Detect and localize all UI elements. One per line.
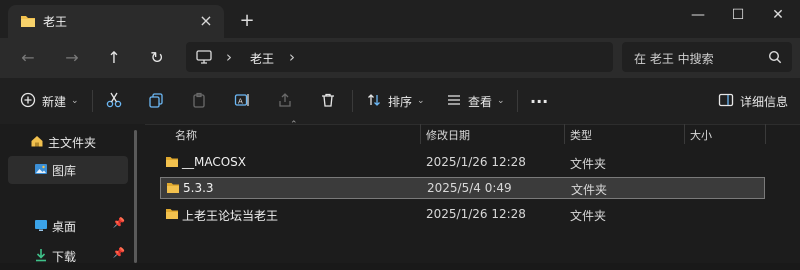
plus-circle-icon	[20, 92, 36, 111]
sidebar-item-label: 下载	[52, 249, 77, 264]
folder-icon	[166, 182, 180, 197]
chevron-down-icon: ⌄	[417, 96, 425, 106]
maximize-button[interactable]: ☐	[718, 4, 758, 26]
pin-icon: 📌	[112, 248, 125, 259]
title-bar: 老王 × + — ☐ ✕	[0, 0, 800, 38]
sidebar-item-downloads[interactable]: 下载 📌	[8, 242, 128, 270]
pin-icon: 📌	[112, 218, 125, 229]
svg-text:A: A	[238, 97, 243, 105]
new-tab-button[interactable]: +	[236, 10, 258, 32]
file-list: ⌃ 名称 修改日期 类型 大小 __MACOSX 2025/1/26 12:28…	[150, 120, 800, 263]
column-divider[interactable]	[564, 124, 565, 144]
details-label: 详细信息	[740, 94, 789, 109]
cut-button[interactable]	[105, 90, 123, 112]
folder-icon	[165, 208, 179, 223]
file-name: __MACOSX	[182, 155, 247, 169]
desktop-icon	[34, 218, 48, 235]
chevron-right-icon[interactable]: ›	[226, 48, 232, 66]
trash-icon	[320, 92, 336, 111]
delete-button[interactable]	[320, 90, 336, 112]
explorer-window: 老王 × + — ☐ ✕ ← → ↑ ↻ › 老王 › 在 老王 中搜索 新建 …	[0, 0, 800, 264]
new-button[interactable]: 新建 ⌄	[20, 90, 79, 112]
column-header-type[interactable]: 类型	[570, 127, 592, 147]
column-divider[interactable]	[684, 124, 685, 144]
file-type: 文件夹	[571, 183, 608, 197]
refresh-button[interactable]: ↻	[145, 46, 169, 70]
share-icon	[277, 92, 293, 111]
divider	[352, 90, 353, 112]
divider	[92, 90, 93, 112]
column-divider[interactable]	[420, 124, 421, 144]
breadcrumb-laowang[interactable]: 老王	[250, 50, 274, 67]
file-name: 5.3.3	[183, 181, 214, 195]
download-icon	[34, 248, 48, 265]
tab-title: 老王	[43, 15, 68, 29]
share-button[interactable]	[277, 90, 293, 112]
sidebar-item-home[interactable]: 主文件夹	[30, 128, 150, 156]
sidebar-item-label: 主文件夹	[48, 135, 97, 150]
file-name: 上老王论坛当老王	[182, 209, 279, 223]
file-date: 2025/1/26 12:28	[426, 155, 526, 169]
view-lines-icon	[446, 92, 462, 111]
command-bar: 新建 ⌄ A 排序 ⌄ 查看 ⌄ ··· 详细信息	[0, 78, 800, 125]
monitor-icon	[196, 50, 212, 67]
address-bar[interactable]: › 老王 ›	[186, 42, 613, 72]
sidebar-item-gallery[interactable]: 图库	[8, 156, 128, 184]
file-date: 2025/1/26 12:28	[426, 207, 526, 221]
navigation-bar: ← → ↑ ↻ › 老王 › 在 老王 中搜索	[0, 38, 800, 78]
file-type: 文件夹	[570, 157, 607, 171]
file-type: 文件夹	[570, 209, 607, 223]
tab-laowang[interactable]: 老王 ×	[8, 5, 224, 38]
rename-button[interactable]: A	[234, 90, 250, 112]
sidebar-item-label: 桌面	[52, 219, 77, 234]
sort-label: 排序	[388, 94, 413, 109]
copy-icon	[148, 92, 164, 111]
folder-icon	[165, 156, 179, 171]
sort-button[interactable]: 排序 ⌄	[366, 90, 425, 112]
chevron-right-icon[interactable]: ›	[289, 48, 295, 66]
column-header-date[interactable]: 修改日期	[426, 127, 470, 147]
view-button[interactable]: 查看 ⌄	[446, 90, 505, 112]
divider	[517, 90, 518, 112]
search-placeholder: 在 老王 中搜索	[634, 52, 714, 66]
close-window-button[interactable]: ✕	[758, 4, 798, 26]
chevron-down-icon: ⌄	[497, 96, 505, 106]
column-header-size[interactable]: 大小	[690, 127, 712, 147]
home-icon	[30, 134, 44, 151]
gallery-icon	[34, 162, 48, 179]
search-icon	[768, 50, 782, 67]
table-row[interactable]: 上老王论坛当老王 2025/1/26 12:28 文件夹	[160, 204, 763, 224]
chevron-down-icon: ⌄	[71, 96, 79, 106]
folder-icon	[20, 14, 36, 31]
tab-close-icon[interactable]: ×	[196, 11, 216, 31]
search-input[interactable]: 在 老王 中搜索	[622, 42, 792, 72]
chevron-up-icon: ⌃	[290, 120, 298, 130]
paste-button[interactable]	[191, 90, 207, 112]
column-header-name[interactable]: 名称	[175, 127, 197, 147]
minimize-button[interactable]: —	[678, 4, 718, 26]
more-options-button[interactable]: ···	[530, 90, 548, 112]
details-pane-icon	[718, 92, 734, 111]
scissors-icon	[105, 91, 123, 112]
back-button[interactable]: ←	[16, 46, 40, 70]
details-pane-button[interactable]: 详细信息	[718, 90, 788, 112]
table-row[interactable]: __MACOSX 2025/1/26 12:28 文件夹	[160, 152, 763, 172]
view-label: 查看	[468, 94, 493, 109]
forward-button[interactable]: →	[60, 46, 84, 70]
table-row[interactable]: 5.3.3 2025/5/4 0:49 文件夹	[160, 177, 765, 199]
copy-button[interactable]	[148, 90, 164, 112]
sidebar-item-label: 图库	[52, 163, 77, 178]
up-button[interactable]: ↑	[102, 46, 126, 70]
column-divider[interactable]	[765, 124, 766, 144]
sidebar-scrollbar[interactable]	[134, 130, 137, 263]
sidebar-item-desktop[interactable]: 桌面 📌	[8, 212, 128, 240]
new-label: 新建	[42, 94, 67, 109]
sort-icon	[366, 92, 382, 111]
navigation-pane: 主文件夹 图库 桌面 📌 下载 📌	[0, 124, 145, 264]
clipboard-icon	[191, 92, 207, 111]
file-date: 2025/5/4 0:49	[427, 181, 512, 195]
rename-icon: A	[234, 92, 250, 111]
